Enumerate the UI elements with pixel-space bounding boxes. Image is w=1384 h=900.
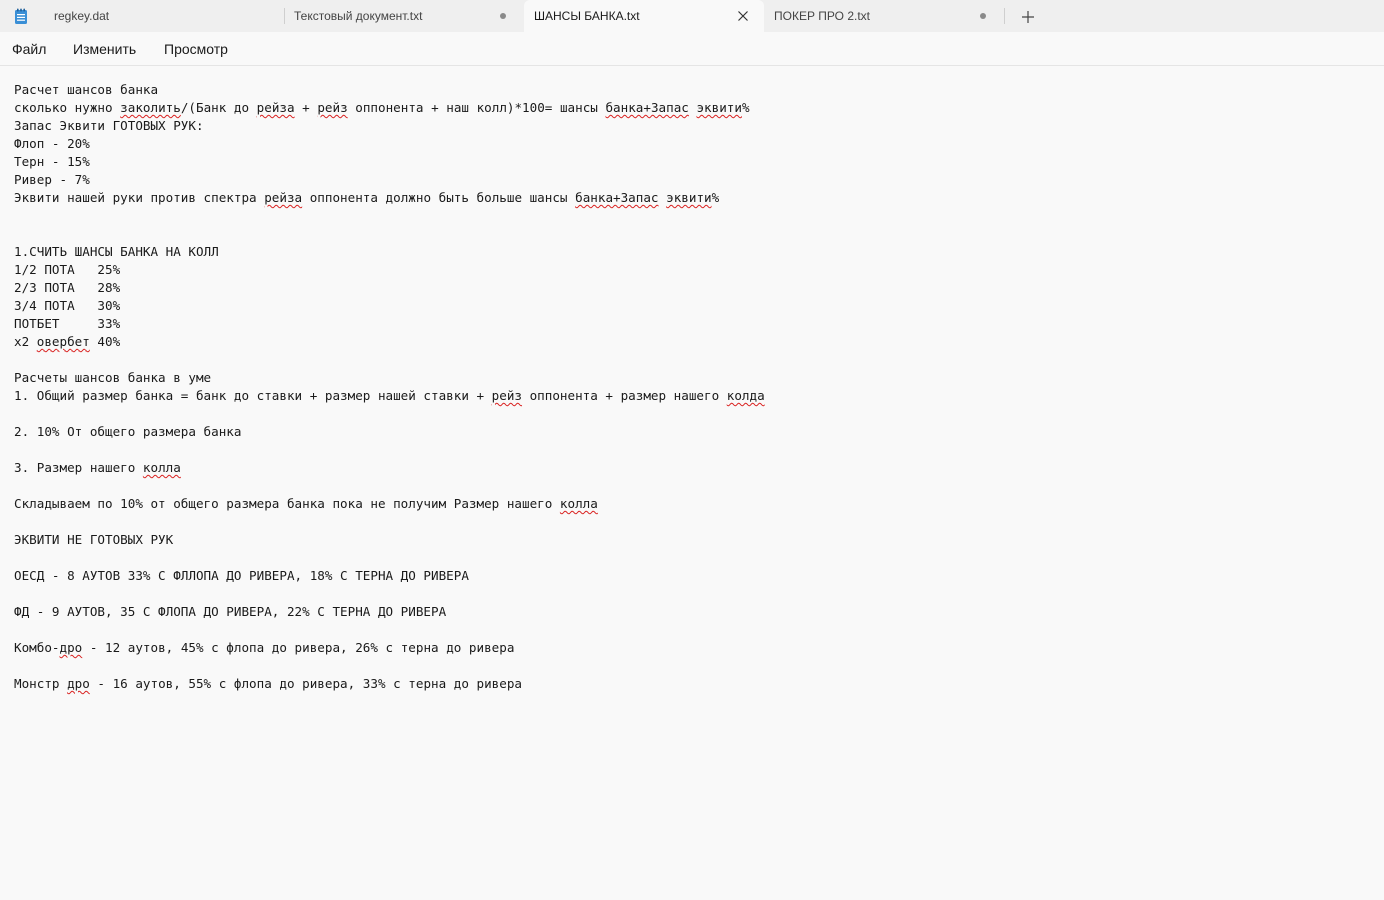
misspelled-word: банка+Запас (605, 100, 689, 115)
text-segment: оппонента + наш колл)*100= шансы (347, 100, 606, 115)
tab-label: ПОКЕР ПРО 2.txt (774, 9, 870, 23)
text-segment: + (294, 100, 318, 115)
misspelled-word: колла (559, 496, 598, 511)
text-segment: Складываем по 10% от общего размера банк… (14, 496, 560, 511)
text-line: 1. Общий размер банка = банк до ставки +… (14, 387, 765, 405)
text-segment: Эквити нашей руки против спектра (14, 190, 265, 205)
text-segment: 2/3 ПОТА 28% (14, 280, 121, 295)
close-icon[interactable] (735, 8, 751, 24)
menu-bar: Файл Изменить Просмотр (0, 32, 1384, 66)
text-line: 2/3 ПОТА 28% (14, 279, 120, 297)
text-segment: % (741, 100, 750, 115)
text-segment: Монстр (14, 676, 68, 691)
text-line: 1/2 ПОТА 25% (14, 261, 120, 279)
text-line: x2 овербет 40% (14, 333, 120, 351)
tab-label: regkey.dat (54, 9, 110, 23)
misspelled-word: рейз (491, 388, 523, 403)
text-line: 3. Размер нашего колла (14, 459, 181, 477)
text-line: Эквити нашей руки против спектра рейза о… (14, 189, 719, 207)
text-segment: ФД - 9 АУТОВ, 35 С ФЛОПА ДО РИВЕРА, 22% … (14, 604, 447, 619)
text-line: Флоп - 20% (14, 135, 90, 153)
tab-label: Текстовый документ.txt (294, 9, 423, 23)
text-line: Складываем по 10% от общего размера банк… (14, 495, 598, 513)
text-line: Запас Эквити ГОТОВЫХ РУК: (14, 117, 204, 135)
text-segment: 40% (89, 334, 121, 349)
menu-edit[interactable]: Изменить (73, 41, 136, 57)
notepad-icon[interactable] (14, 8, 28, 25)
text-segment: Запас Эквити ГОТОВЫХ РУК: (14, 118, 204, 133)
text-segment: оппонента + размер нашего (522, 388, 727, 403)
misspelled-word: дро (67, 676, 90, 691)
text-line: Терн - 15% (14, 153, 90, 171)
text-segment (659, 190, 667, 205)
tab-shansy-banka[interactable]: ШАНСЫ БАНКА.txt (524, 0, 764, 32)
text-line: ФД - 9 АУТОВ, 35 С ФЛОПА ДО РИВЕРА, 22% … (14, 603, 446, 621)
text-line: ПОТБЕТ 33% (14, 315, 120, 333)
text-line: Расчеты шансов банка в уме (14, 369, 211, 387)
tab-separator (1004, 8, 1005, 24)
text-segment: 3. Размер нашего (14, 460, 143, 475)
text-segment: - 16 аутов, 55% с флопа до ривера, 33% с… (89, 676, 523, 691)
title-bar: regkey.dat Текстовый документ.txt ШАНСЫ … (0, 0, 1384, 32)
tab-text-document[interactable]: Текстовый документ.txt (284, 0, 524, 32)
text-segment: ПОТБЕТ 33% (14, 316, 121, 331)
text-segment: Флоп - 20% (14, 136, 90, 151)
text-segment: Комбо- (14, 640, 60, 655)
text-segment: Расчеты шансов банка в уме (14, 370, 212, 385)
tab-regkey-dat[interactable]: regkey.dat (44, 0, 284, 32)
text-segment: 3/4 ПОТА 30% (14, 298, 121, 313)
misspelled-word: заколить (120, 100, 181, 115)
misspelled-word: эквити (666, 190, 712, 205)
text-line: ЭКВИТИ НЕ ГОТОВЫХ РУК (14, 531, 173, 549)
text-line: 2. 10% От общего размера банка (14, 423, 241, 441)
menu-file[interactable]: Файл (12, 41, 46, 57)
tab-label: ШАНСЫ БАНКА.txt (534, 9, 640, 23)
misspelled-word: овербет (36, 334, 90, 349)
text-line: Комбо-дро - 12 аутов, 45% с флопа до рив… (14, 639, 514, 657)
text-segment: 1.СЧИТЬ ШАНСЫ БАНКА НА КОЛЛ (14, 244, 219, 259)
text-line: ОЕСД - 8 АУТОВ 33% С ФЛЛОПА ДО РИВЕРА, 1… (14, 567, 469, 585)
text-segment: - 12 аутов, 45% с флопа до ривера, 26% с… (82, 640, 515, 655)
text-segment: 2. 10% От общего размера банка (14, 424, 242, 439)
text-segment: оппонента должно быть больше шансы (302, 190, 576, 205)
text-segment: 1. Общий размер банка = банк до ставки +… (14, 388, 492, 403)
unsaved-dot-icon[interactable] (980, 13, 986, 19)
unsaved-dot-icon[interactable] (500, 13, 506, 19)
tab-poker-pro-2[interactable]: ПОКЕР ПРО 2.txt (764, 0, 1004, 32)
text-segment: /(Банк до (180, 100, 257, 115)
misspelled-word: рейза (256, 100, 295, 115)
text-segment: Ривер - 7% (14, 172, 90, 187)
text-line: сколько нужно заколить/(Банк до рейза + … (14, 99, 750, 117)
text-segment: Расчет шансов банка (14, 82, 159, 97)
plus-icon[interactable] (1019, 8, 1037, 26)
text-line: 1.СЧИТЬ ШАНСЫ БАНКА НА КОЛЛ (14, 243, 219, 261)
text-editor[interactable]: Расчет шансов банка сколько нужно заколит… (0, 66, 1384, 900)
text-segment: x2 (14, 334, 37, 349)
text-segment: ЭКВИТИ НЕ ГОТОВЫХ РУК (14, 532, 174, 547)
misspelled-word: банка+Запас (575, 190, 659, 205)
text-segment: ОЕСД - 8 АУТОВ 33% С ФЛЛОПА ДО РИВЕРА, 1… (14, 568, 469, 583)
text-line: 3/4 ПОТА 30% (14, 297, 120, 315)
text-line: Расчет шансов банка (14, 81, 158, 99)
text-segment: сколько нужно (14, 100, 121, 115)
misspelled-word: эквити (696, 100, 742, 115)
text-segment: % (711, 190, 720, 205)
misspelled-word: рейза (264, 190, 303, 205)
text-segment: 1/2 ПОТА 25% (14, 262, 121, 277)
text-segment: Терн - 15% (14, 154, 90, 169)
text-line: Монстр дро - 16 аутов, 55% с флопа до ри… (14, 675, 522, 693)
misspelled-word: колла (142, 460, 181, 475)
misspelled-word: дро (59, 640, 83, 655)
misspelled-word: колда (726, 388, 765, 403)
menu-view[interactable]: Просмотр (164, 41, 228, 57)
misspelled-word: рейз (317, 100, 348, 115)
text-line: Ривер - 7% (14, 171, 90, 189)
